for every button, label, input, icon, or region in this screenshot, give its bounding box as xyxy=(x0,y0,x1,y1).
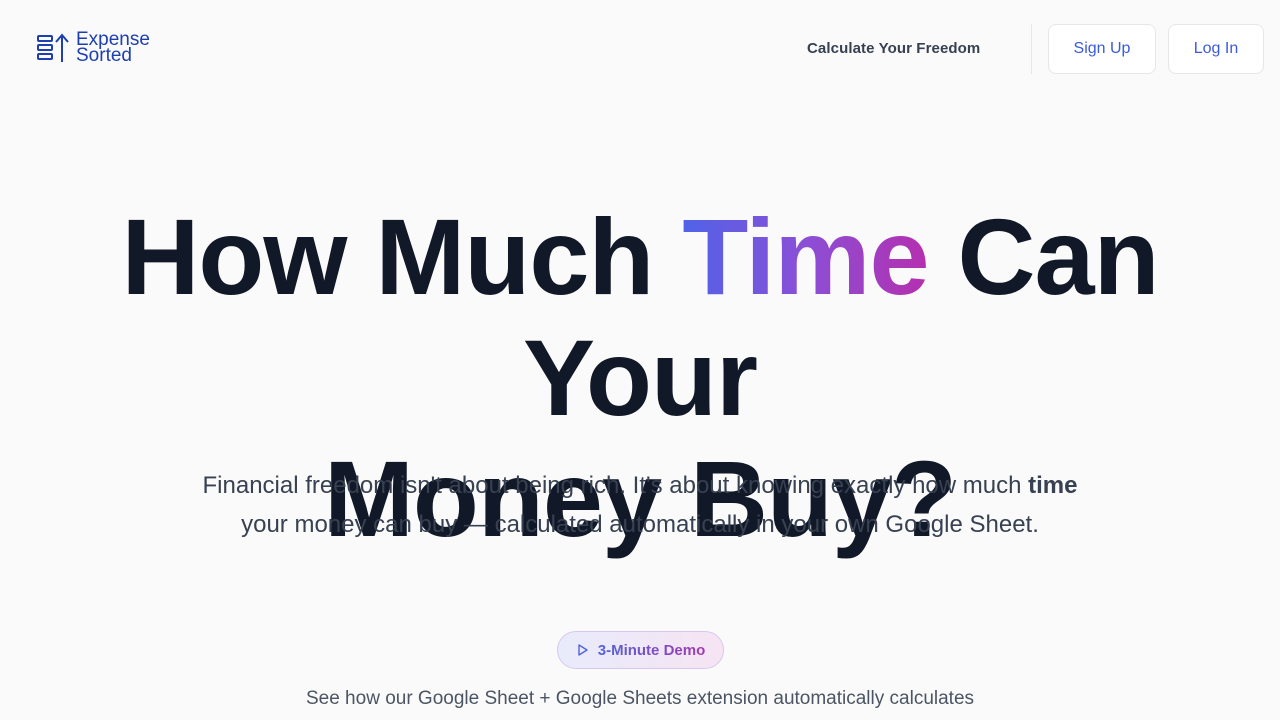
logo-line2: Sorted xyxy=(76,45,132,66)
play-icon xyxy=(578,644,588,656)
site-header: Expense Sorted Calculate Your Freedom Si… xyxy=(0,0,1280,98)
hero-subtitle-part2: your money can buy — calculated automati… xyxy=(241,511,1039,538)
sign-up-button[interactable]: Sign Up xyxy=(1048,24,1156,74)
hero-subtitle: Financial freedom isn't about being rich… xyxy=(190,466,1090,544)
hero-subtitle-bold: time xyxy=(1028,472,1078,499)
nav-calculate-freedom[interactable]: Calculate Your Freedom xyxy=(807,40,980,57)
hero-title-part1: How Much xyxy=(121,196,683,317)
hero-title-highlight: Time xyxy=(682,196,929,317)
header-divider xyxy=(1031,24,1032,74)
log-in-button[interactable]: Log In xyxy=(1168,24,1264,74)
logo-wordmark: Expense Sorted xyxy=(76,30,150,66)
logo-link[interactable]: Expense Sorted xyxy=(36,30,150,66)
hero-subtitle-part1: Financial freedom isn't about being rich… xyxy=(202,472,1029,499)
logo-bars-arrow-icon xyxy=(37,33,69,62)
demo-pill[interactable]: 3-Minute Demo xyxy=(557,631,724,669)
demo-description: See how our Google Sheet + Google Sheets… xyxy=(305,688,975,709)
demo-pill-label: 3-Minute Demo xyxy=(597,641,706,659)
